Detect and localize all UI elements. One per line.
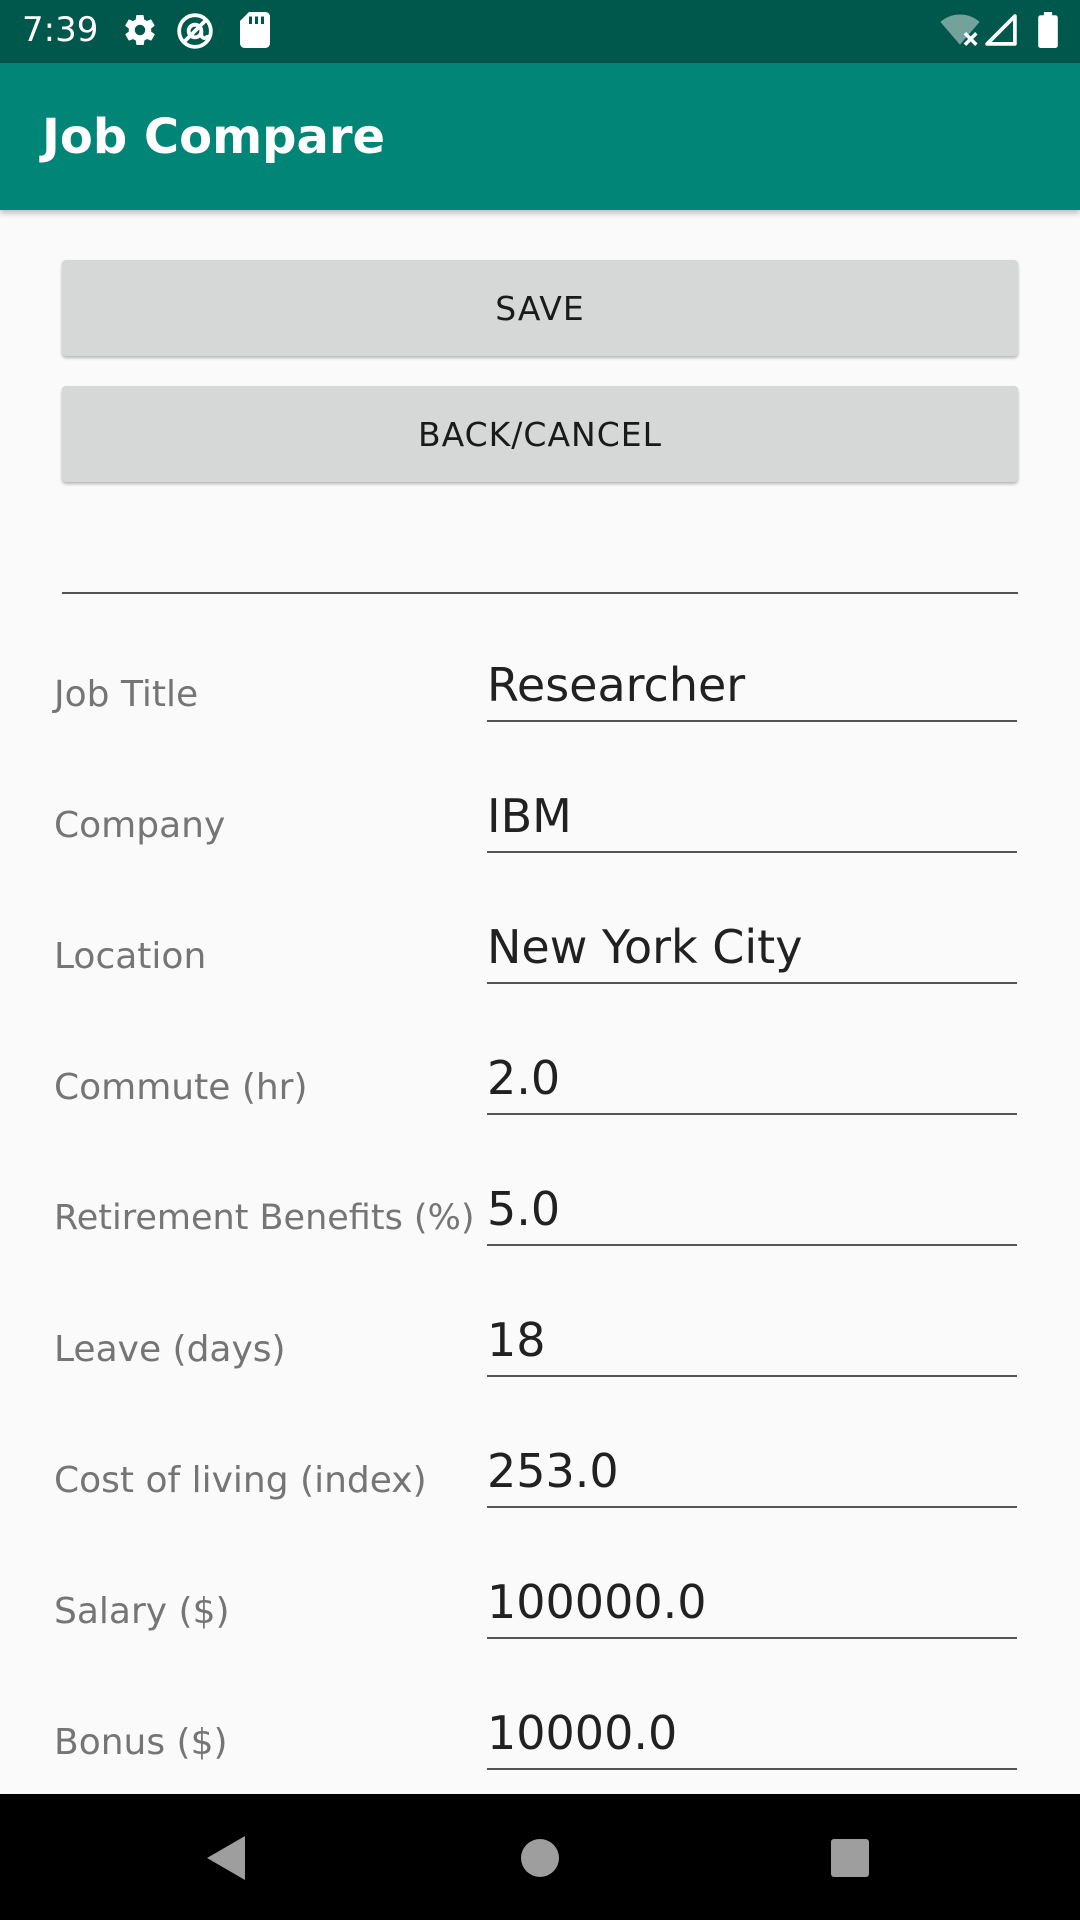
job-title-input[interactable]: Researcher (487, 658, 1017, 720)
location-input[interactable]: New York City (487, 920, 1017, 982)
company-underline (487, 851, 1017, 853)
salary-row: Salary ($) 100000.0 (0, 1557, 1080, 1688)
location-label: Location (54, 936, 207, 977)
back-cancel-button[interactable]: BACK/CANCEL (62, 386, 1018, 482)
back-triangle-icon[interactable] (195, 1828, 255, 1888)
leave-input[interactable]: 18 (487, 1313, 1017, 1375)
company-label: Company (54, 805, 226, 846)
signal-icon (985, 14, 1017, 46)
salary-input[interactable]: 100000.0 (487, 1575, 1017, 1637)
status-time: 7:39 (22, 10, 99, 50)
wifi-off-icon (940, 14, 980, 47)
retirement-input[interactable]: 5.0 (487, 1182, 1017, 1244)
navigation-bar (0, 1794, 1080, 1920)
settings-icon (125, 15, 155, 46)
status-right-icons (940, 12, 1080, 52)
save-button[interactable]: SAVE (62, 260, 1018, 356)
sd-card-icon (240, 12, 270, 48)
job-title-underline (487, 720, 1017, 722)
location-row: Location New York City (0, 902, 1080, 1033)
salary-label: Salary ($) (54, 1591, 230, 1632)
battery-icon (1038, 12, 1058, 48)
leave-label: Leave (days) (54, 1329, 286, 1370)
commute-input[interactable]: 2.0 (487, 1051, 1017, 1113)
retirement-underline (487, 1244, 1017, 1246)
at-sign-icon (177, 13, 213, 49)
job-title-row: Job Title Researcher (0, 640, 1080, 771)
cost-of-living-input[interactable]: 253.0 (487, 1444, 1017, 1506)
commute-row: Commute (hr) 2.0 (0, 1033, 1080, 1164)
recents-square-icon[interactable] (820, 1828, 880, 1888)
location-underline (487, 982, 1017, 984)
job-title-label: Job Title (54, 674, 199, 715)
leave-underline (487, 1375, 1017, 1377)
retirement-row: Retirement Benefits (%) 5.0 (0, 1164, 1080, 1295)
commute-label: Commute (hr) (54, 1067, 308, 1108)
cost-of-living-label: Cost of living (index) (54, 1460, 427, 1501)
company-input[interactable]: IBM (487, 789, 1017, 851)
bonus-underline (487, 1768, 1017, 1770)
retirement-label: Retirement Benefits (%) (54, 1198, 475, 1238)
bonus-input[interactable]: 10000.0 (487, 1706, 1017, 1768)
cost-of-living-row: Cost of living (index) 253.0 (0, 1426, 1080, 1557)
empty-input-field[interactable] (62, 592, 1018, 594)
leave-row: Leave (days) 18 (0, 1295, 1080, 1426)
app-bar: Job Compare (0, 63, 1080, 210)
cost-of-living-underline (487, 1506, 1017, 1508)
status-bar: 7:39 (0, 0, 1080, 63)
company-row: Company IBM (0, 771, 1080, 902)
home-circle-icon[interactable] (510, 1828, 570, 1888)
bonus-label: Bonus ($) (54, 1722, 228, 1763)
salary-underline (487, 1637, 1017, 1639)
app-title: Job Compare (42, 109, 386, 165)
commute-underline (487, 1113, 1017, 1115)
